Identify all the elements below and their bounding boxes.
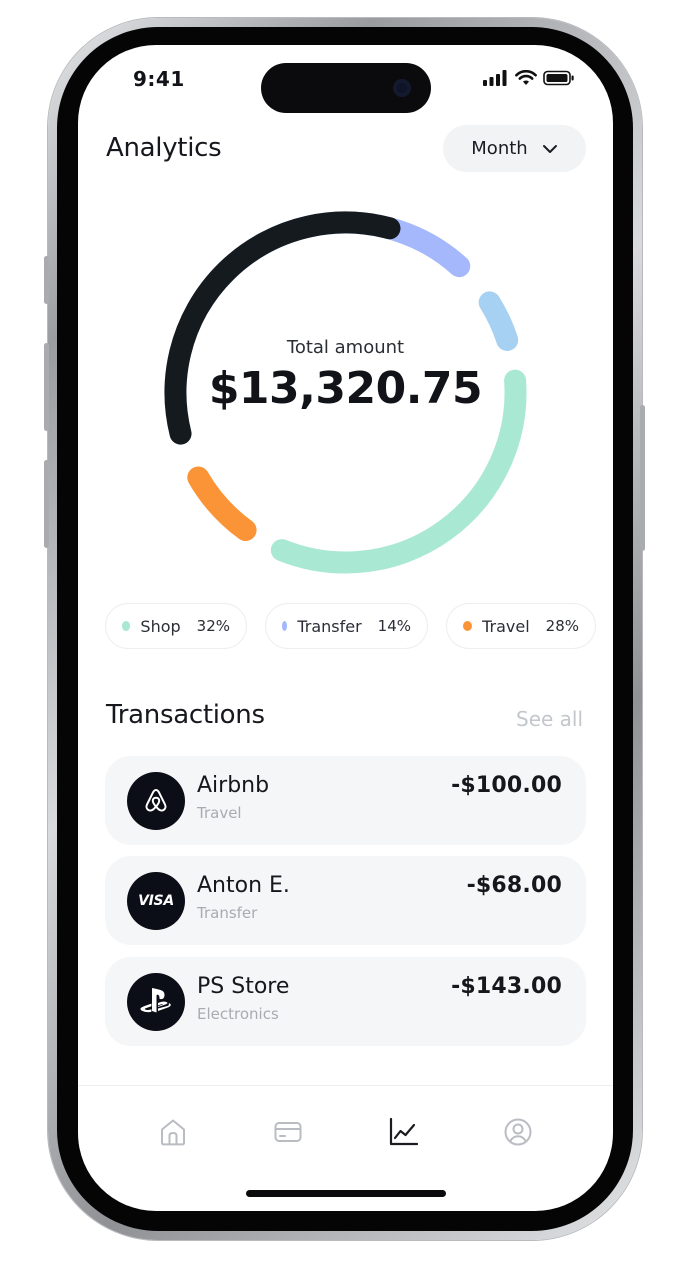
tab-profile[interactable]	[501, 1115, 535, 1149]
playstation-logo-icon	[127, 973, 185, 1031]
legend-dot-shop	[122, 621, 131, 631]
tab-bar-divider	[78, 1085, 613, 1086]
battery-icon	[543, 70, 574, 86]
volume-down-button	[44, 460, 49, 548]
donut-segment-other	[478, 291, 519, 351]
period-dropdown[interactable]: Month	[443, 125, 586, 172]
legend-percent-transfer: 14%	[377, 617, 411, 635]
chart-icon	[389, 1117, 419, 1146]
legend-label-travel: Travel	[482, 616, 530, 636]
total-amount-value: $13,320.75	[208, 363, 483, 414]
volume-up-button	[44, 343, 49, 431]
app-screen: 9:41 Analytics Month Total amount $13,32…	[78, 45, 613, 1211]
action-button	[44, 256, 49, 304]
power-button	[640, 405, 645, 551]
tab-cards[interactable]	[271, 1115, 305, 1149]
home-icon	[161, 1119, 185, 1146]
legend-dot-transfer	[282, 621, 288, 631]
legend-label-shop: Shop	[140, 616, 181, 636]
tab-home[interactable]	[156, 1115, 190, 1149]
visa-logo-text: VISA	[138, 893, 174, 909]
status-time: 9:41	[133, 67, 185, 91]
page-title: Analytics	[106, 133, 222, 163]
legend-chip-shop[interactable]: Shop 32%	[105, 603, 247, 649]
profile-icon	[504, 1118, 532, 1146]
period-dropdown-label: Month	[471, 138, 528, 159]
airbnb-logo-icon	[127, 772, 185, 830]
transaction-amount: -$68.00	[466, 873, 562, 898]
legend-dot-travel	[463, 621, 473, 631]
chevron-down-icon	[542, 144, 557, 153]
legend-percent-travel: 28%	[545, 617, 579, 635]
transactions-title: Transactions	[106, 700, 265, 730]
transaction-category: Travel	[197, 804, 242, 822]
transaction-name: Anton E.	[197, 873, 290, 898]
transaction-name: PS Store	[197, 974, 290, 999]
dynamic-island	[261, 63, 431, 113]
transaction-amount: -$100.00	[451, 773, 562, 798]
transaction-category: Transfer	[197, 904, 258, 922]
wifi-icon	[515, 70, 537, 85]
total-amount-label: Total amount	[286, 337, 405, 358]
transaction-row[interactable]: PS Store Electronics -$143.00	[105, 957, 586, 1046]
transaction-row[interactable]: Airbnb Travel -$100.00	[105, 756, 586, 845]
card-icon	[274, 1122, 302, 1142]
home-indicator[interactable]	[246, 1190, 446, 1197]
transaction-category: Electronics	[197, 1005, 279, 1023]
legend-chip-travel[interactable]: Travel 28%	[446, 603, 596, 649]
donut-segment-travel	[187, 466, 257, 542]
cellular-signal-icon	[483, 70, 507, 86]
legend-percent-shop: 32%	[196, 617, 230, 635]
transaction-amount: -$143.00	[451, 974, 562, 999]
legend-chip-transfer[interactable]: Transfer 14%	[265, 603, 428, 649]
tab-analytics[interactable]	[386, 1115, 420, 1149]
see-all-link[interactable]: See all	[516, 707, 583, 731]
status-icons	[483, 70, 575, 86]
transaction-row[interactable]: VISA Anton E. Transfer -$68.00	[105, 856, 586, 945]
legend-label-transfer: Transfer	[297, 616, 362, 636]
transaction-name: Airbnb	[197, 773, 270, 798]
visa-logo-icon: VISA	[127, 872, 185, 930]
